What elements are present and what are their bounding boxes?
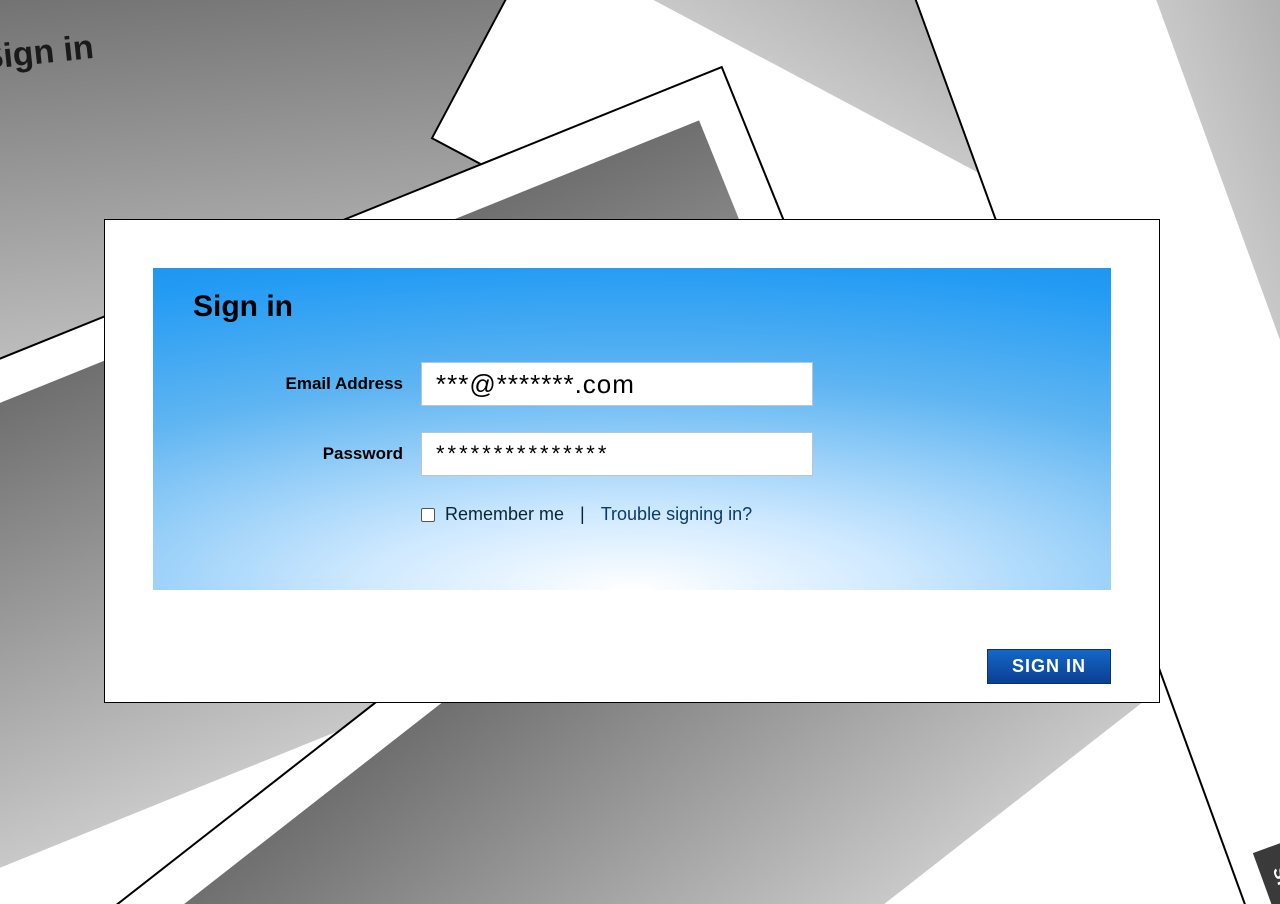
helper-row: Remember me | Trouble signing in? [421,504,752,525]
email-label: Email Address [153,374,421,394]
remember-me-checkbox[interactable] [421,508,435,522]
signin-card: Sign in Email Address Password Remember … [104,219,1160,703]
email-field[interactable] [421,362,813,406]
trouble-signing-in-link[interactable]: Trouble signing in? [601,504,752,525]
remember-me-label: Remember me [445,504,564,525]
email-row: Email Address [153,362,1111,406]
password-row: Password [153,432,1111,476]
password-label: Password [153,444,421,464]
password-field[interactable] [421,432,813,476]
signin-panel: Sign in Email Address Password Remember … [153,268,1111,590]
page-title: Sign in [193,290,293,324]
separator: | [574,504,591,525]
bg-sign-in-button: SIGN IN [1253,840,1280,904]
sign-in-button[interactable]: SIGN IN [987,649,1111,684]
